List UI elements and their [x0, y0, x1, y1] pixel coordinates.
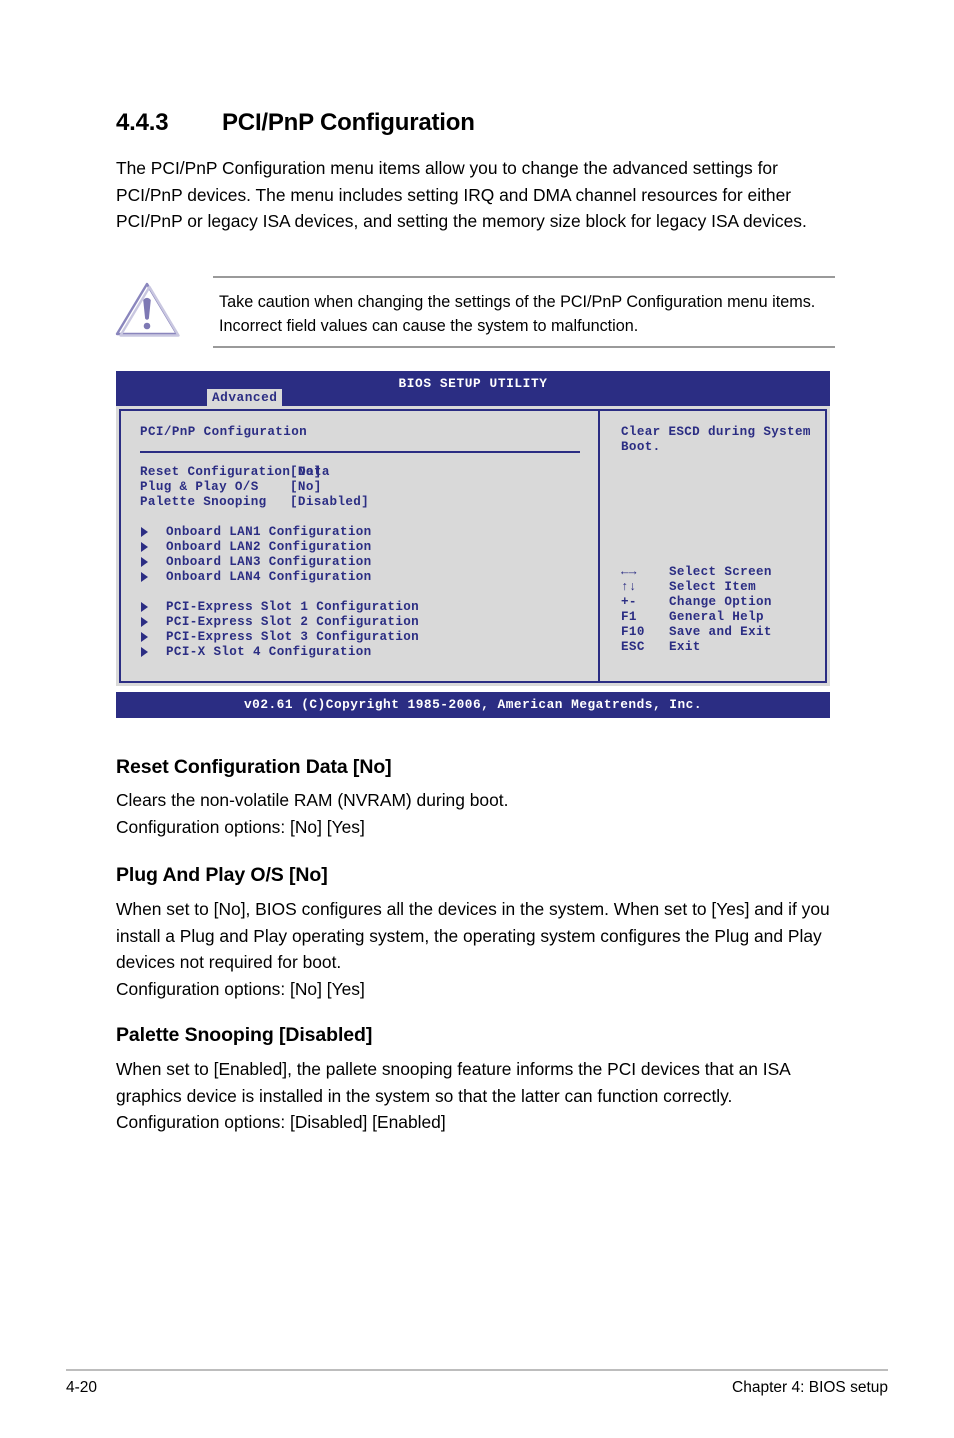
key-desc: Save and Exit	[669, 625, 772, 639]
bios-main-area: PCI/PnP Configuration Reset Configuratio…	[116, 406, 830, 686]
key-legend-row: ←→ Select Screen	[621, 565, 826, 580]
key-label: ←→	[621, 565, 637, 579]
bios-submenu-pcix-slot4[interactable]: PCI-X Slot 4 Configuration	[140, 645, 590, 660]
warning-triangle-icon	[113, 278, 185, 342]
bios-option-row[interactable]: Reset Configuration Data [No]	[140, 465, 590, 480]
bios-panel-rule	[140, 451, 580, 453]
caution-note: Take caution when changing the settings …	[113, 276, 835, 348]
bios-submenu-pcie-slot3[interactable]: PCI-Express Slot 3 Configuration	[140, 630, 590, 645]
triangle-right-icon	[141, 572, 148, 582]
triangle-right-icon	[141, 542, 148, 552]
key-desc: Change Option	[669, 595, 772, 609]
manual-page: 4.4.3 PCI/PnP Configuration The PCI/PnP C…	[0, 0, 954, 1438]
submenu-label: Onboard LAN4 Configuration	[166, 570, 372, 584]
submenu-label: PCI-Express Slot 2 Configuration	[166, 615, 420, 629]
key-legend-row: F10 Save and Exit	[621, 625, 826, 640]
bios-submenu-pcie-slot2[interactable]: PCI-Express Slot 2 Configuration	[140, 615, 590, 630]
bios-setup-screenshot: BIOS SETUP UTILITY Advanced PCI/PnP Conf…	[116, 371, 830, 718]
heading-palette-snooping: Palette Snooping [Disabled]	[116, 1024, 373, 1046]
section-title: PCI/PnP Configuration	[222, 109, 475, 136]
footer-divider	[66, 1369, 888, 1371]
bios-option-list: Reset Configuration Data [No] Plug & Pla…	[140, 465, 590, 660]
option-label: Plug & Play O/S	[140, 480, 259, 494]
key-legend-row: +- Change Option	[621, 595, 826, 610]
submenu-label: PCI-Express Slot 3 Configuration	[166, 630, 420, 644]
bios-header-bar: BIOS SETUP UTILITY Advanced	[116, 371, 830, 407]
key-legend-row: ↑↓ Select Item	[621, 580, 826, 595]
section-number: 4.4.3	[116, 109, 169, 136]
body-palette-snooping: When set to [Enabled], the pallete snoop…	[116, 1059, 790, 1132]
triangle-right-icon	[141, 602, 148, 612]
triangle-right-icon	[141, 647, 148, 657]
submenu-label: PCI-X Slot 4 Configuration	[166, 645, 372, 659]
key-label: ESC	[621, 640, 645, 654]
page-number: 4-20	[66, 1379, 98, 1396]
option-value[interactable]: [Disabled]	[290, 495, 369, 509]
heading-reset-configuration-data: Reset Configuration Data [No]	[116, 756, 392, 778]
bios-submenu-onboard-lan3[interactable]: Onboard LAN3 Configuration	[140, 555, 590, 570]
tab-advanced[interactable]: Advanced	[207, 389, 283, 407]
key-label: F1	[621, 610, 637, 624]
option-value[interactable]: [No]	[290, 480, 322, 494]
bios-submenu-onboard-lan1[interactable]: Onboard LAN1 Configuration	[140, 525, 590, 540]
key-label: F10	[621, 625, 645, 639]
option-label: Palette Snooping	[140, 495, 267, 509]
bios-right-pane: Clear ESCD during System Boot. ←→ Select…	[600, 411, 829, 681]
submenu-label: Onboard LAN3 Configuration	[166, 555, 372, 569]
key-desc: Select Item	[669, 580, 756, 594]
chapter-label: Chapter 4: BIOS setup	[732, 1379, 888, 1396]
body-reset-configuration-data: Clears the non-volatile RAM (NVRAM) duri…	[116, 790, 509, 837]
key-desc: Select Screen	[669, 565, 772, 579]
bios-submenu-onboard-lan2[interactable]: Onboard LAN2 Configuration	[140, 540, 590, 555]
bios-option-row[interactable]: Plug & Play O/S [No]	[140, 480, 590, 495]
option-value[interactable]: [No]	[290, 465, 322, 479]
key-legend-row: ESC Exit	[621, 640, 826, 655]
section-intro-paragraph: The PCI/PnP Configuration menu items all…	[116, 158, 807, 231]
triangle-right-icon	[141, 632, 148, 642]
bios-panel-title: PCI/PnP Configuration	[140, 425, 308, 439]
page-title: 4.4.3 PCI/PnP Configuration	[116, 109, 836, 137]
bios-help-text: Clear ESCD during System Boot.	[621, 425, 811, 454]
bios-option-row[interactable]: Palette Snooping [Disabled]	[140, 495, 590, 510]
triangle-right-icon	[141, 527, 148, 537]
key-label: ↑↓	[621, 580, 637, 594]
triangle-right-icon	[141, 557, 148, 567]
submenu-label: Onboard LAN1 Configuration	[166, 525, 372, 539]
key-label: +-	[621, 595, 637, 609]
bios-footer-bar: v02.61 (C)Copyright 1985-2006, American …	[116, 692, 830, 718]
bios-main-inner: PCI/PnP Configuration Reset Configuratio…	[119, 409, 827, 683]
key-desc: General Help	[669, 610, 764, 624]
heading-plug-and-play-os: Plug And Play O/S [No]	[116, 864, 328, 886]
key-legend-row: F1 General Help	[621, 610, 826, 625]
bios-copyright: v02.61 (C)Copyright 1985-2006, American …	[243, 697, 703, 712]
bios-left-pane: PCI/PnP Configuration Reset Configuratio…	[121, 411, 598, 681]
submenu-label: Onboard LAN2 Configuration	[166, 540, 372, 554]
body-plug-and-play-os: When set to [No], BIOS configures all th…	[116, 899, 830, 999]
caution-note-body: Take caution when changing the settings …	[213, 276, 835, 348]
key-desc: Exit	[669, 640, 701, 654]
bios-submenu-onboard-lan4[interactable]: Onboard LAN4 Configuration	[140, 570, 590, 585]
bios-key-legend: ←→ Select Screen ↑↓ Select Item +- Chang…	[621, 565, 826, 655]
submenu-label: PCI-Express Slot 1 Configuration	[166, 600, 420, 614]
triangle-right-icon	[141, 617, 148, 627]
caution-note-text: Take caution when changing the settings …	[219, 293, 816, 335]
bios-submenu-pcie-slot1[interactable]: PCI-Express Slot 1 Configuration	[140, 600, 590, 615]
